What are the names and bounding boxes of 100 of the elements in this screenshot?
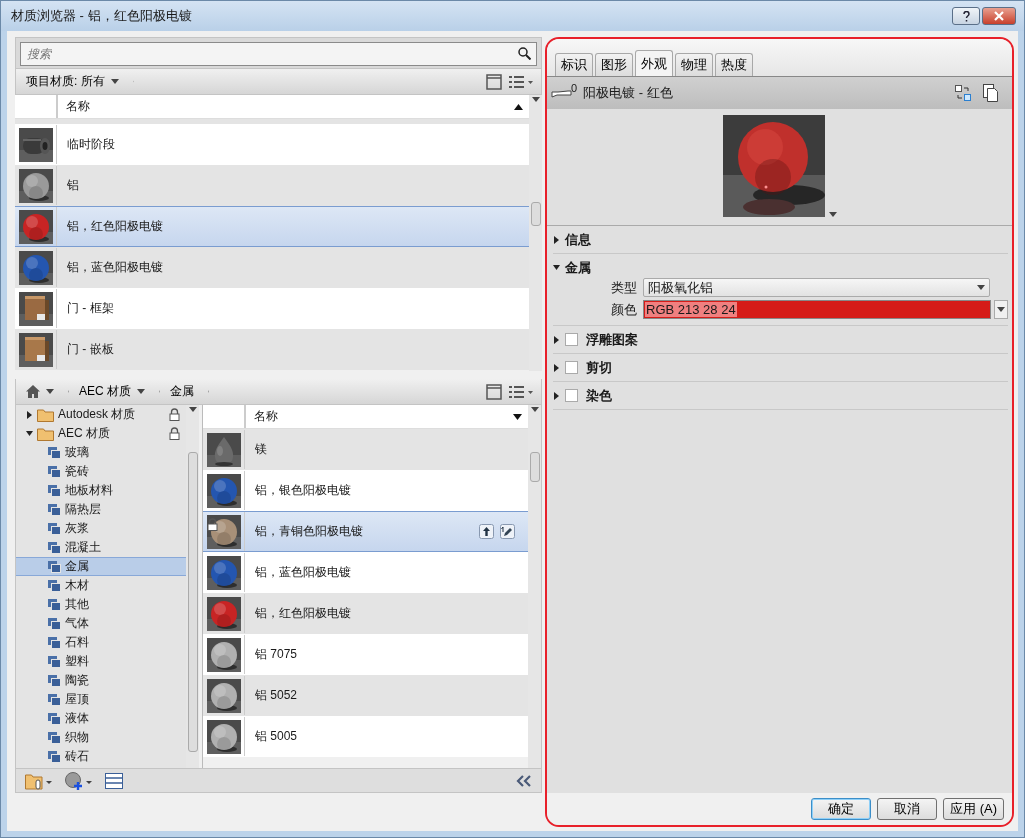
search-icon[interactable] <box>518 47 531 60</box>
library-icon <box>48 674 61 687</box>
edit-button[interactable] <box>497 524 518 539</box>
tree-item[interactable]: 塑料 <box>16 652 186 671</box>
expand-icon[interactable] <box>553 391 560 400</box>
tree-label: 木材 <box>65 577 90 594</box>
breadcrumb-item[interactable]: AEC 材质 <box>69 379 160 404</box>
library-icon <box>48 541 61 554</box>
material-row[interactable]: 铝，蓝色阳极电镀 <box>203 552 528 593</box>
tree-item[interactable]: 气体 <box>16 614 186 633</box>
material-row[interactable]: 铝，蓝色阳极电镀 <box>15 247 529 288</box>
tree-label: 混凝土 <box>65 539 102 556</box>
tree-item[interactable]: 瓷砖 <box>16 462 186 481</box>
material-name: 铝 <box>66 177 80 194</box>
scrollbar[interactable] <box>186 405 199 768</box>
type-dropdown[interactable]: 阳极氧化铝 <box>643 278 990 297</box>
tree-item[interactable]: 玻璃 <box>16 443 186 462</box>
scrollbar-thumb[interactable] <box>529 452 540 482</box>
expand-icon[interactable] <box>553 363 560 372</box>
material-name: 铝，红色阳极电镀 <box>254 605 352 622</box>
material-row[interactable]: 门 - 框架 <box>15 288 529 329</box>
material-row[interactable]: 铝 5052 <box>203 675 528 716</box>
folder-icon <box>37 407 54 422</box>
close-button[interactable] <box>982 7 1016 25</box>
library-icon <box>48 598 61 611</box>
color-field[interactable]: RGB 213 28 24 <box>643 300 991 319</box>
tree-label: 石料 <box>65 634 90 651</box>
tab[interactable]: 外观 <box>635 50 673 76</box>
section-title[interactable]: 浮雕图案 <box>586 330 638 349</box>
dialog-button[interactable]: 取消 <box>877 798 938 820</box>
tree-item[interactable]: 织物 <box>16 728 186 747</box>
scrollbar[interactable] <box>528 405 541 768</box>
tree-item[interactable]: 陶瓷 <box>16 671 186 690</box>
material-row[interactable]: 临时阶段 <box>15 124 529 165</box>
scrollbar[interactable] <box>529 95 542 371</box>
window-title: 材质浏览器 - 铝，红色阳极电镀 <box>11 7 193 25</box>
tree-item[interactable]: 金属 <box>16 557 186 576</box>
caret-icon <box>977 285 985 290</box>
scrollbar-thumb[interactable] <box>530 202 541 226</box>
caret-icon <box>997 307 1005 312</box>
material-row[interactable]: 铝 <box>15 165 529 206</box>
tree-item[interactable]: 石料 <box>16 633 186 652</box>
tab[interactable]: 物理 <box>675 53 713 76</box>
checkbox[interactable] <box>565 389 578 402</box>
usage-count: 0 <box>571 82 578 94</box>
material-row[interactable]: 铝，红色阳极电镀 <box>203 593 528 634</box>
material-name: 镁 <box>254 441 268 458</box>
expand-icon[interactable] <box>26 410 33 419</box>
property-label: 颜色 <box>610 300 638 319</box>
search-field[interactable]: 搜索 <box>20 42 537 66</box>
tree-item[interactable]: Autodesk 材质 <box>16 405 186 424</box>
tree-item[interactable]: 隔热层 <box>16 500 186 519</box>
material-row[interactable]: 门 - 嵌板 <box>15 329 529 370</box>
checkbox[interactable] <box>565 361 578 374</box>
checkbox[interactable] <box>565 333 578 346</box>
tab[interactable]: 热度 <box>715 53 753 76</box>
library-icon <box>48 465 61 478</box>
breadcrumb-item[interactable]: 金属 <box>160 379 209 404</box>
tree-item[interactable]: 其他 <box>16 595 186 614</box>
expand-icon[interactable] <box>553 235 560 244</box>
material-name: 铝，银色阳极电镀 <box>254 482 352 499</box>
tree-item[interactable]: 屋顶 <box>16 690 186 709</box>
dialog-button[interactable]: 应用 (A) <box>943 798 1004 820</box>
collapse-icon[interactable] <box>553 263 560 272</box>
tree-item[interactable]: AEC 材质 <box>16 424 186 443</box>
material-row[interactable]: 镁 <box>203 429 528 470</box>
color-menu-button[interactable] <box>994 300 1008 319</box>
tree-item[interactable]: 地板材料 <box>16 481 186 500</box>
material-row[interactable]: 铝，红色阳极电镀 <box>15 206 529 247</box>
material-name: 铝 5052 <box>254 687 299 704</box>
library-icon <box>48 750 61 763</box>
material-row[interactable]: 铝 5005 <box>203 716 528 757</box>
tree-label: 液体 <box>65 710 90 727</box>
sort-descending-icon <box>513 413 522 420</box>
expand-icon[interactable] <box>553 335 560 344</box>
help-button[interactable] <box>952 7 980 25</box>
double-chevron-icon <box>516 774 532 787</box>
section-title[interactable]: 染色 <box>586 386 612 405</box>
tree-item[interactable]: 砖石 <box>16 747 186 766</box>
library-icon <box>48 522 61 535</box>
material-row[interactable]: 铝 7075 <box>203 634 528 675</box>
tree-item[interactable]: 液体 <box>16 709 186 728</box>
material-row[interactable]: 铝，青铜色阳极电镀 <box>203 511 528 552</box>
tree-item[interactable]: 混凝土 <box>16 538 186 557</box>
tab[interactable]: 标识 <box>555 53 593 76</box>
window-icon <box>105 772 123 789</box>
editor-toggle-button[interactable] <box>102 772 126 789</box>
section-title[interactable]: 信息 <box>565 230 591 249</box>
replace-asset-button[interactable] <box>952 85 974 101</box>
scrollbar-thumb[interactable] <box>187 452 198 752</box>
tree-item[interactable]: 灰浆 <box>16 519 186 538</box>
section-title[interactable]: 金属 <box>565 258 591 277</box>
tree-item[interactable]: 木材 <box>16 576 186 595</box>
collapse-icon[interactable] <box>26 429 33 438</box>
material-row[interactable]: 铝，银色阳极电镀 <box>203 470 528 511</box>
section-title[interactable]: 剪切 <box>586 358 612 377</box>
tab[interactable]: 图形 <box>595 53 633 76</box>
tree-label: 其他 <box>65 596 90 613</box>
add-to-document-button[interactable] <box>476 524 497 539</box>
dialog-button[interactable]: 确定 <box>811 798 872 820</box>
